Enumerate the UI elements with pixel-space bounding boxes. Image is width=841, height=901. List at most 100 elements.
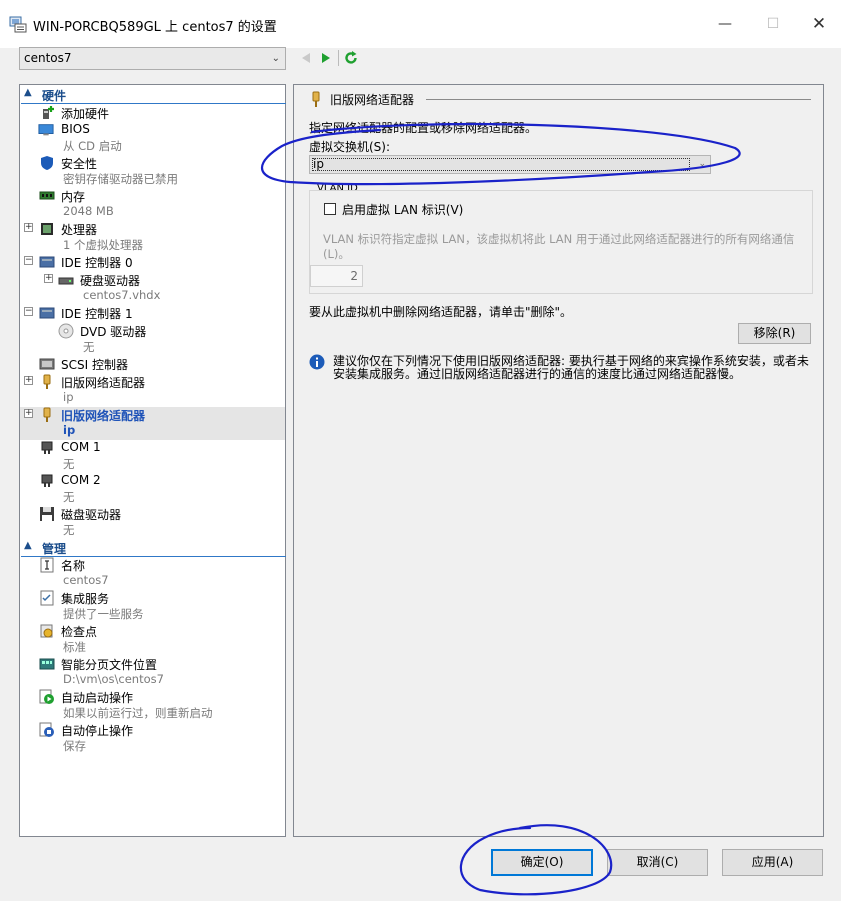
- tree-item-memory[interactable]: 内存 2048 MB: [20, 188, 285, 221]
- tree-item-label: 检查点: [61, 625, 98, 639]
- tree-item-auto-stop[interactable]: 自动停止操作 保存: [20, 722, 285, 755]
- tree-item-hard-drive[interactable]: + 硬盘驱动器 centos7.vhdx: [20, 272, 285, 305]
- tree-item-label: 硬盘驱动器: [80, 274, 141, 288]
- virtual-switch-label: 虚拟交换机(S):: [309, 140, 391, 154]
- name-icon: [40, 557, 54, 573]
- tree-item-smart-paging[interactable]: 智能分页文件位置 D:\vm\os\centos7: [20, 656, 285, 689]
- cancel-button[interactable]: 取消(C): [607, 849, 708, 876]
- heading-divider: [426, 99, 811, 100]
- vlan-checkbox-label[interactable]: 启用虚拟 LAN 标识(V): [342, 201, 463, 218]
- vlan-checkbox[interactable]: [324, 203, 336, 215]
- section-label: 管理: [42, 542, 67, 556]
- section-header-management[interactable]: ▲ 管理: [21, 539, 286, 557]
- tree-item-com1[interactable]: COM 1 无: [20, 440, 285, 473]
- tree-item-sub: centos7.vhdx: [83, 288, 161, 302]
- refresh-button[interactable]: [341, 49, 361, 67]
- tree-item-dvd-drive[interactable]: DVD 驱动器 无: [20, 323, 285, 356]
- tree-item-label: COM 2: [61, 473, 101, 487]
- remove-button[interactable]: 移除(R): [738, 323, 811, 344]
- section-header-hardware[interactable]: ▲ 硬件: [21, 86, 286, 104]
- tree-item-sub: 无: [63, 523, 75, 537]
- tree-item-sub: 无: [83, 340, 95, 354]
- tree-item-bios[interactable]: BIOS 从 CD 启动: [20, 122, 285, 155]
- maximize-button[interactable]: ☐: [750, 8, 796, 40]
- tree-item-sub: 1 个虚拟处理器: [63, 238, 143, 252]
- vm-selector[interactable]: centos7 ⌄: [19, 47, 286, 70]
- tree-item-sub: 无: [63, 457, 75, 471]
- ok-button[interactable]: 确定(O): [491, 849, 593, 876]
- collapse-icon[interactable]: −: [24, 307, 33, 316]
- navigation-toolbar: [296, 49, 361, 67]
- tree-item-disk-drive[interactable]: 磁盘驱动器 无: [20, 506, 285, 539]
- tree-item-com2[interactable]: COM 2 无: [20, 473, 285, 506]
- tree-item-label: 旧版网络适配器: [61, 409, 146, 423]
- tree-item-label: 添加硬件: [61, 107, 110, 121]
- section-label: 硬件: [42, 89, 67, 103]
- vlan-id-input[interactable]: 2: [310, 265, 363, 287]
- tree-item-label: 内存: [61, 190, 86, 204]
- panel-heading: 旧版网络适配器: [330, 93, 415, 107]
- virtual-switch-select[interactable]: ip ⌄: [309, 155, 711, 174]
- chevron-down-icon: ⌄: [271, 53, 280, 64]
- toolbar-divider: [338, 50, 339, 66]
- adapter-settings-panel: 旧版网络适配器 指定网络适配器的配置或移除网络适配器。 虚拟交换机(S): ip…: [293, 84, 824, 837]
- floppy-icon: [40, 507, 54, 521]
- expand-icon[interactable]: +: [24, 223, 33, 232]
- tree-item-auto-start[interactable]: 自动启动操作 如果以前运行过，则重新启动: [20, 689, 285, 722]
- tree-item-sub: 无: [63, 490, 75, 504]
- tree-item-sub: 2048 MB: [63, 204, 114, 218]
- tree-item-processor[interactable]: + 处理器 1 个虚拟处理器: [20, 221, 285, 254]
- vlan-description: VLAN 标识符指定虚拟 LAN，该虚拟机将此 LAN 用于通过此网络适配器进行…: [323, 232, 795, 261]
- info-icon: [309, 354, 325, 370]
- scsi-controller-icon: [39, 358, 55, 370]
- tree-item-label: 安全性: [61, 157, 98, 171]
- tree-item-label: 自动启动操作: [61, 691, 134, 705]
- apply-button[interactable]: 应用(A): [722, 849, 823, 876]
- forward-arrow-icon: [322, 53, 330, 63]
- tree-item-label: DVD 驱动器: [80, 325, 147, 339]
- settings-app-icon: [9, 16, 27, 33]
- integration-services-icon: [40, 590, 54, 606]
- forward-button[interactable]: [316, 49, 336, 67]
- network-adapter-icon: [43, 374, 51, 389]
- tree-item-label: 集成服务: [61, 592, 110, 606]
- minimize-button[interactable]: —: [702, 8, 748, 40]
- expand-icon[interactable]: +: [24, 376, 33, 385]
- tree-item-sub: ip: [63, 423, 76, 437]
- panel-description: 指定网络适配器的配置或移除网络适配器。: [309, 121, 538, 135]
- tree-item-label: COM 1: [61, 440, 101, 454]
- shield-icon: [41, 156, 53, 170]
- chevron-down-icon: ⌄: [698, 159, 706, 169]
- dvd-icon: [58, 323, 74, 339]
- hard-drive-icon: [58, 277, 74, 285]
- tree-item-label: IDE 控制器 0: [61, 256, 133, 270]
- vlan-group: 启用虚拟 LAN 标识(V) VLAN 标识符指定虚拟 LAN，该虚拟机将此 L…: [309, 190, 813, 294]
- tree-item-legacy-network-adapter[interactable]: + 旧版网络适配器 ip: [20, 374, 285, 407]
- window-title: WIN-PORCBQ589GL 上 centos7 的设置: [33, 20, 277, 35]
- tree-item-sub: centos7: [63, 573, 109, 587]
- close-button[interactable]: ✕: [796, 8, 841, 40]
- tree-item-sub: D:\vm\os\centos7: [63, 672, 164, 686]
- expand-icon[interactable]: +: [44, 274, 53, 283]
- smart-paging-icon: [39, 658, 55, 670]
- back-button[interactable]: [296, 49, 316, 67]
- com-port-icon: [41, 441, 53, 454]
- refresh-icon: [345, 51, 357, 64]
- expand-icon[interactable]: +: [24, 409, 33, 418]
- tree-item-security[interactable]: 安全性 密钥存储驱动器已禁用: [20, 155, 285, 188]
- tree-item-sub: ip: [63, 390, 74, 404]
- tree-item-sub: 保存: [63, 739, 86, 753]
- tree-item-checkpoint[interactable]: 检查点 标准: [20, 623, 285, 656]
- tree-item-legacy-network-adapter-selected[interactable]: + 旧版网络适配器 ip: [20, 407, 285, 440]
- tree-item-sub: 如果以前运行过，则重新启动: [63, 706, 213, 720]
- com-port-icon: [41, 474, 53, 487]
- checkpoint-icon: [40, 624, 53, 638]
- tree-item-integration-services[interactable]: 集成服务 提供了一些服务: [20, 590, 285, 623]
- remove-instruction: 要从此虚拟机中删除网络适配器，请单击"删除"。: [309, 305, 573, 319]
- collapse-icon[interactable]: −: [24, 256, 33, 265]
- collapse-icon: ▲: [24, 540, 32, 551]
- tree-item-label: SCSI 控制器: [61, 358, 128, 372]
- tree-item-label: 智能分页文件位置: [61, 658, 158, 672]
- tree-item-name[interactable]: 名称 centos7: [20, 557, 285, 590]
- back-arrow-icon: [302, 53, 310, 63]
